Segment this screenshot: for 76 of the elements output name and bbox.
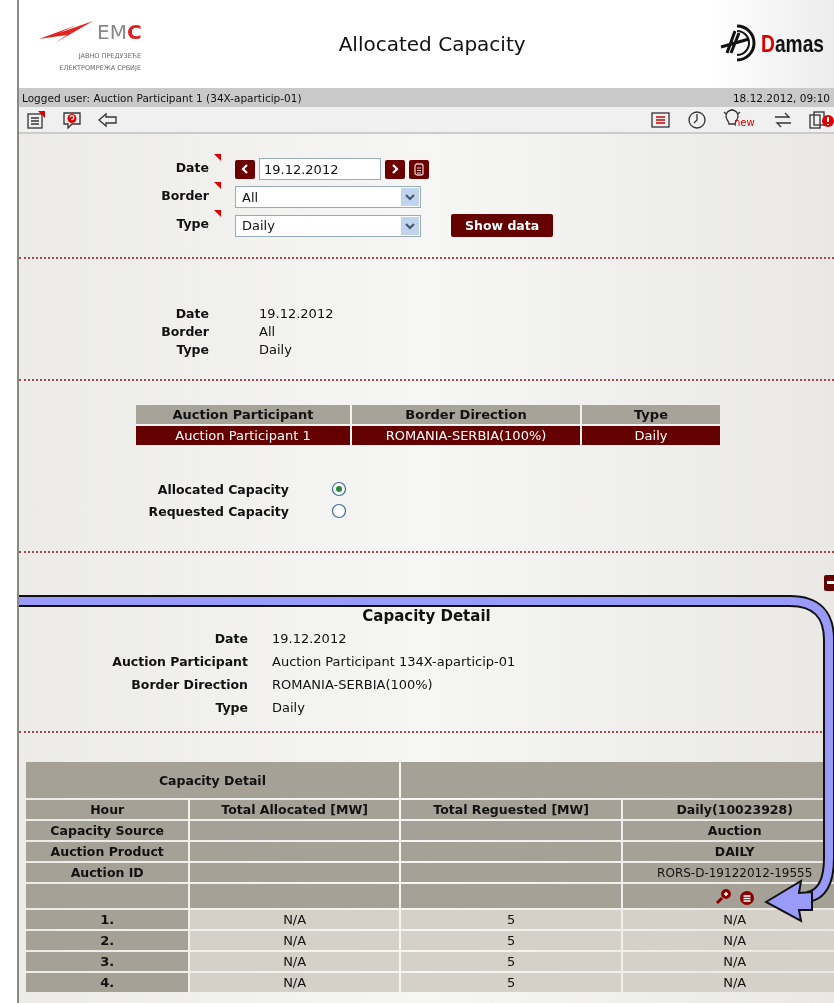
caret-icon: [405, 221, 415, 230]
zoom-in-icon[interactable]: [714, 886, 733, 906]
caret-icon: [405, 193, 415, 201]
documents-alert-icon[interactable]: [808, 109, 834, 130]
document-icon[interactable]: [25, 109, 47, 130]
calendar-icon[interactable]: [409, 159, 429, 179]
table-cell: ROMANIA-SERBIA(100%): [352, 424, 580, 445]
previous-button[interactable]: [235, 159, 255, 179]
radio-label: Requested Capacity: [148, 503, 289, 519]
summary-value: All: [259, 323, 277, 341]
clock-icon[interactable]: [686, 109, 708, 130]
summary-value: Daily: [259, 341, 293, 359]
hour-cell: 1.: [26, 910, 189, 929]
summary-label: Type: [176, 341, 209, 359]
show-data-button[interactable]: Show data: [451, 214, 554, 237]
table-cell: 5: [400, 931, 622, 950]
field-label: Type: [176, 216, 209, 231]
summary-label: Date: [175, 305, 209, 323]
table-cell: 5: [400, 910, 622, 929]
help-icon[interactable]: [61, 109, 83, 130]
table-cell: RORS-D-19122012-19555: [623, 863, 834, 882]
chevron-left-icon: [240, 163, 250, 175]
new-ideas-button[interactable]: new: [722, 108, 758, 131]
table-cell: N/A: [623, 910, 834, 929]
summary-label: Border: [161, 323, 209, 341]
row-header: Auction Product: [26, 842, 189, 861]
table-cell: 5: [400, 973, 622, 992]
column-header: Total Reguested [MW]: [400, 800, 622, 819]
logged-user-text: Logged user: Auction Participant 1 (34X-aparticip-01): [22, 91, 302, 104]
table-cell: N/A: [623, 931, 834, 950]
table-cell: N/A: [190, 952, 399, 971]
table-cell: Daily: [582, 424, 720, 445]
table-cell: N/A: [190, 931, 399, 950]
detail-label: Type: [215, 699, 248, 717]
dropdown[interactable]: All: [235, 186, 421, 208]
field-label: Date: [175, 160, 209, 175]
radio-button[interactable]: [331, 503, 347, 519]
detail-label: Auction Participant: [112, 653, 248, 671]
list-icon[interactable]: [650, 109, 672, 130]
column-header: Hour: [26, 800, 189, 819]
radio-button[interactable]: [331, 481, 347, 497]
column-header: Total Allocated [MW]: [190, 800, 399, 819]
field-label: Border: [161, 188, 209, 203]
row-header: Capacity Source: [26, 821, 189, 840]
detail-value: ROMANIA-SERBIA(100%): [272, 676, 434, 694]
column-header: Auction Participant: [136, 405, 350, 424]
date-time: 18.12.2012, 09:10: [732, 91, 830, 104]
hour-cell: 4.: [26, 973, 189, 992]
detail-value: 19.12.2012: [272, 630, 348, 648]
dropdown[interactable]: Daily: [235, 214, 421, 237]
table-cell: N/A: [190, 910, 399, 929]
detail-label: Date: [214, 630, 248, 648]
column-header: Type: [582, 405, 720, 424]
row-header: Auction ID: [26, 863, 189, 882]
summary-value: 19.12.2012: [259, 305, 335, 323]
table-cell: N/A: [190, 973, 399, 992]
column-header: Border Direction: [352, 405, 580, 424]
table-cell: Auction Participant 1: [136, 424, 350, 445]
chevron-right-icon: [390, 163, 400, 175]
logo-text: EMC: [97, 20, 142, 44]
page-title: Allocated Capacity: [337, 32, 527, 56]
hour-cell: 2.: [26, 931, 189, 950]
hour-cell: 3.: [26, 952, 189, 971]
table-cell: 5: [400, 952, 622, 971]
minus-icon: [827, 581, 834, 585]
brand-name: Damas: [761, 30, 825, 58]
date-field[interactable]: 19.12.2012: [259, 158, 381, 180]
table-cell: N/A: [623, 973, 834, 992]
radio-label: Allocated Capacity: [157, 481, 289, 497]
detail-value: Auction Participant 134X-aparticip-01: [272, 653, 517, 671]
next-button[interactable]: [385, 159, 405, 179]
detail-label: Border Direction: [131, 676, 248, 694]
section-title: Capacity Detail: [361, 607, 492, 625]
detail-value: Daily: [272, 699, 306, 717]
group-header: Capacity Detail: [26, 762, 399, 798]
table-cell: N/A: [623, 952, 834, 971]
